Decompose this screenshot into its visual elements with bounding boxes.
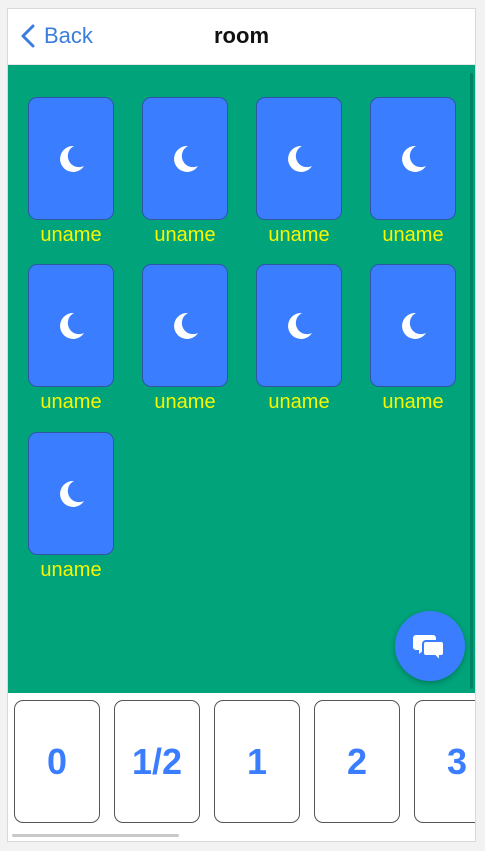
player-card bbox=[142, 97, 228, 220]
player-name: uname bbox=[40, 559, 102, 581]
player-card bbox=[28, 432, 114, 555]
player-card bbox=[370, 97, 456, 220]
player-name: uname bbox=[40, 224, 102, 246]
vote-card[interactable]: 1/2 bbox=[114, 700, 200, 823]
player-card bbox=[28, 264, 114, 387]
moon-icon bbox=[60, 312, 84, 339]
moon-icon bbox=[288, 145, 312, 172]
vote-card[interactable]: 1 bbox=[214, 700, 300, 823]
vote-card[interactable]: 2 bbox=[314, 700, 400, 823]
player-name: uname bbox=[268, 391, 330, 413]
player-name: uname bbox=[382, 391, 444, 413]
moon-icon bbox=[174, 312, 198, 339]
player-card bbox=[256, 264, 342, 387]
player-name: uname bbox=[154, 391, 216, 413]
horizontal-scrollbar[interactable] bbox=[12, 834, 179, 837]
player-card bbox=[28, 97, 114, 220]
vote-card[interactable]: 0 bbox=[14, 700, 100, 823]
moon-icon bbox=[60, 480, 84, 507]
page-title: room bbox=[214, 23, 269, 48]
chat-bubbles-icon bbox=[413, 635, 445, 663]
player-name: uname bbox=[40, 391, 102, 413]
player-name: uname bbox=[268, 224, 330, 246]
poker-table: uname uname uname uname uname uname uname uname… bbox=[8, 65, 475, 693]
moon-icon bbox=[174, 145, 198, 172]
moon-icon bbox=[288, 312, 312, 339]
vote-card[interactable]: 3 bbox=[414, 700, 475, 823]
vertical-scrollbar[interactable] bbox=[470, 73, 473, 689]
moon-icon bbox=[60, 145, 84, 172]
app-window: Back room uname uname uname uname uname uname… bbox=[7, 8, 476, 842]
vote-card-tray: 0 1/2 1 2 3 bbox=[8, 693, 475, 841]
moon-icon bbox=[402, 145, 426, 172]
player-card bbox=[370, 264, 456, 387]
moon-icon bbox=[402, 312, 426, 339]
chat-button[interactable] bbox=[395, 611, 465, 681]
player-card bbox=[142, 264, 228, 387]
player-card bbox=[256, 97, 342, 220]
nav-bar: Back room bbox=[8, 9, 475, 65]
player-name: uname bbox=[154, 224, 216, 246]
player-name: uname bbox=[382, 224, 444, 246]
